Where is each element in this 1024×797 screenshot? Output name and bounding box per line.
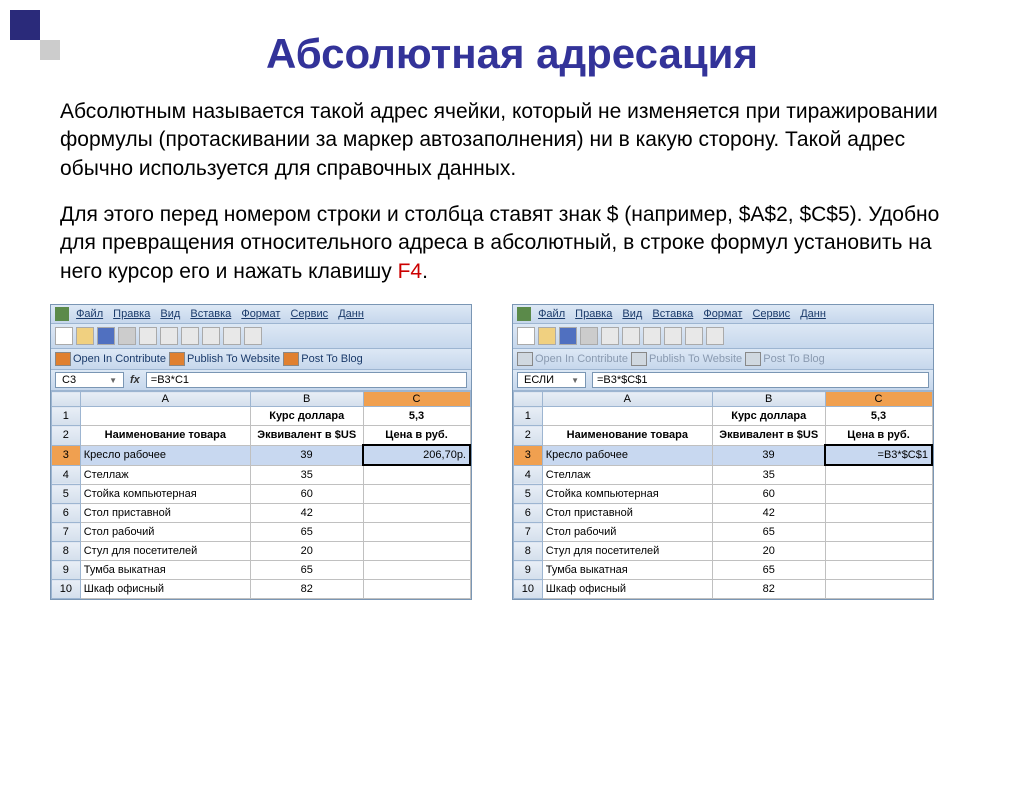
toolbar — [513, 324, 933, 349]
post-to-blog[interactable]: Post To Blog — [301, 353, 363, 365]
toolbar-btn[interactable] — [139, 327, 157, 345]
new-icon[interactable] — [55, 327, 73, 345]
open-icon[interactable] — [76, 327, 94, 345]
open-in-contribute: Open In Contribute — [535, 353, 628, 365]
dropdown-icon[interactable]: ▼ — [571, 376, 579, 385]
menu-data[interactable]: Данн — [800, 308, 826, 320]
toolbar-btn[interactable] — [202, 327, 220, 345]
toolbar-btn[interactable] — [160, 327, 178, 345]
print-icon[interactable] — [118, 327, 136, 345]
excel-screenshot-before: Файл Правка Вид Вставка Формат Сервис Да… — [50, 304, 472, 600]
formula-bar-row: C3 ▼ fx =B3*C1 — [51, 370, 471, 391]
menu-data[interactable]: Данн — [338, 308, 364, 320]
spreadsheet-grid[interactable]: ABC 1Курс доллара5,32Наименование товара… — [513, 391, 933, 599]
ct-icon — [169, 352, 185, 366]
print-icon[interactable] — [580, 327, 598, 345]
toolbar-btn[interactable] — [622, 327, 640, 345]
menu-tools[interactable]: Сервис — [290, 308, 328, 320]
menu-file[interactable]: Файл — [76, 308, 103, 320]
save-icon[interactable] — [97, 327, 115, 345]
dropdown-icon[interactable]: ▼ — [109, 376, 117, 385]
menu-insert[interactable]: Вставка — [190, 308, 231, 320]
toolbar-btn[interactable] — [643, 327, 661, 345]
toolbar-btn[interactable] — [685, 327, 703, 345]
publish-to-website: Publish To Website — [649, 353, 742, 365]
page-title: Абсолютная адресация — [0, 30, 1024, 78]
menu-file[interactable]: Файл — [538, 308, 565, 320]
menu-view[interactable]: Вид — [622, 308, 642, 320]
contribute-bar: Open In Contribute Publish To Website Po… — [51, 349, 471, 370]
excel-screenshot-after: Файл Правка Вид Вставка Формат Сервис Да… — [512, 304, 934, 600]
paragraph-1: Абсолютным называется такой адрес ячейки… — [60, 98, 964, 183]
ct-icon — [517, 352, 533, 366]
menu-edit[interactable]: Правка — [575, 308, 612, 320]
ct-icon — [631, 352, 647, 366]
menu-edit[interactable]: Правка — [113, 308, 150, 320]
name-box-value: ЕСЛИ — [524, 374, 554, 386]
open-in-contribute[interactable]: Open In Contribute — [73, 353, 166, 365]
formula-bar-row: ЕСЛИ ▼ =B3*$C$1 — [513, 370, 933, 391]
menu-format[interactable]: Формат — [703, 308, 742, 320]
contribute-bar: Open In Contribute Publish To Website Po… — [513, 349, 933, 370]
save-icon[interactable] — [559, 327, 577, 345]
formula-bar[interactable]: =B3*C1 — [146, 372, 467, 388]
toolbar — [51, 324, 471, 349]
open-icon[interactable] — [538, 327, 556, 345]
menu-view[interactable]: Вид — [160, 308, 180, 320]
menu-insert[interactable]: Вставка — [652, 308, 693, 320]
para2-text: Для этого перед номером строки и столбца… — [60, 203, 939, 283]
new-icon[interactable] — [517, 327, 535, 345]
paragraph-2: Для этого перед номером строки и столбца… — [60, 201, 964, 286]
post-to-blog: Post To Blog — [763, 353, 825, 365]
ct-icon — [55, 352, 71, 366]
name-box[interactable]: ЕСЛИ ▼ — [517, 372, 586, 388]
excel-icon — [55, 307, 69, 321]
ct-icon — [745, 352, 761, 366]
toolbar-btn[interactable] — [664, 327, 682, 345]
formula-bar[interactable]: =B3*$C$1 — [592, 372, 929, 388]
name-box[interactable]: C3 ▼ — [55, 372, 124, 388]
menu-bar: Файл Правка Вид Вставка Формат Сервис Да… — [513, 305, 933, 324]
spreadsheet-grid[interactable]: ABC 1Курс доллара5,32Наименование товара… — [51, 391, 471, 599]
toolbar-btn[interactable] — [601, 327, 619, 345]
toolbar-btn[interactable] — [244, 327, 262, 345]
toolbar-btn[interactable] — [706, 327, 724, 345]
toolbar-btn[interactable] — [181, 327, 199, 345]
menu-tools[interactable]: Сервис — [752, 308, 790, 320]
fx-icon[interactable]: fx — [130, 374, 140, 386]
ct-icon — [283, 352, 299, 366]
excel-icon — [517, 307, 531, 321]
f4-key: F4 — [398, 260, 423, 283]
para2-end: . — [422, 260, 428, 283]
name-box-value: C3 — [62, 374, 76, 386]
publish-to-website[interactable]: Publish To Website — [187, 353, 280, 365]
menu-format[interactable]: Формат — [241, 308, 280, 320]
toolbar-btn[interactable] — [223, 327, 241, 345]
menu-bar: Файл Правка Вид Вставка Формат Сервис Да… — [51, 305, 471, 324]
